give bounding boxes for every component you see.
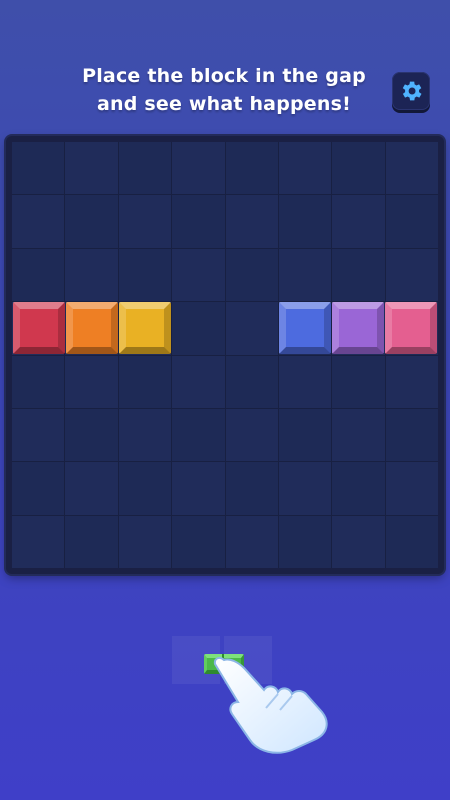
grid-cell[interactable] [385,355,438,408]
grid-cell[interactable] [172,195,225,248]
grid-cell[interactable] [65,408,118,462]
grid-cell[interactable] [278,408,332,462]
grid-cell[interactable] [65,195,118,248]
grid-cell[interactable] [225,302,278,355]
grid-cell[interactable] [12,408,65,462]
grid-cell[interactable] [12,462,65,515]
block-pink [385,302,438,355]
grid-cell[interactable] [278,355,332,408]
grid-cell[interactable] [278,515,332,568]
block-purple [332,302,384,355]
block-orange [65,302,118,355]
game-board [6,136,444,574]
grid-cell[interactable] [12,248,65,302]
block-yellow [119,302,171,355]
grid-cell[interactable] [118,462,172,515]
grid-cell[interactable] [118,195,172,248]
pointing-hand-icon [213,656,328,754]
grid-cell[interactable] [225,248,278,302]
grid-cell[interactable] [65,462,118,515]
grid-cell[interactable] [385,142,438,195]
grid-cell[interactable] [278,195,332,248]
grid-cell[interactable] [172,248,225,302]
grid-cell[interactable] [385,408,438,462]
grid-cell[interactable] [118,355,172,408]
grid-cell[interactable] [172,302,225,355]
grid-cell[interactable] [12,142,65,195]
grid-cell[interactable] [12,515,65,568]
instruction-text: Place the block in the gap and see what … [40,62,408,118]
grid-cell[interactable] [332,408,385,462]
grid-cell[interactable] [225,195,278,248]
grid-cell[interactable] [332,462,385,515]
grid-cell[interactable] [225,142,278,195]
grid-cell[interactable] [172,462,225,515]
grid-cell[interactable] [332,355,385,408]
grid-cell[interactable] [172,515,225,568]
grid-cell[interactable] [65,142,118,195]
grid-cell[interactable] [278,248,332,302]
grid-cell[interactable] [225,355,278,408]
grid-cell[interactable] [65,355,118,408]
grid-cell[interactable] [225,515,278,568]
grid-cell[interactable] [118,142,172,195]
grid-cell[interactable] [385,462,438,515]
grid-cell[interactable] [65,515,118,568]
grid-cell[interactable] [225,408,278,462]
grid-cell[interactable] [118,515,172,568]
grid-cell[interactable] [278,462,332,515]
block-blue [278,302,331,355]
grid-cell[interactable] [172,408,225,462]
grid-cell[interactable] [172,142,225,195]
board-grid[interactable] [12,142,438,568]
instruction-line-1: Place the block in the gap [82,65,366,87]
grid-cell[interactable] [332,515,385,568]
grid-cell[interactable] [12,355,65,408]
gear-icon [402,81,422,101]
grid-cell[interactable] [118,408,172,462]
block-red [12,302,65,355]
grid-cell[interactable] [12,195,65,248]
grid-cell[interactable] [385,248,438,302]
grid-cell[interactable] [332,248,385,302]
grid-cell[interactable] [172,355,225,408]
instruction-line-2: and see what happens! [97,93,351,115]
grid-cell[interactable] [118,248,172,302]
grid-cell[interactable] [65,248,118,302]
grid-cell[interactable] [278,142,332,195]
grid-cell[interactable] [225,462,278,515]
grid-cell[interactable] [332,195,385,248]
settings-button[interactable] [392,72,430,110]
grid-cell[interactable] [332,142,385,195]
grid-cell[interactable] [385,195,438,248]
grid-cell[interactable] [385,515,438,568]
